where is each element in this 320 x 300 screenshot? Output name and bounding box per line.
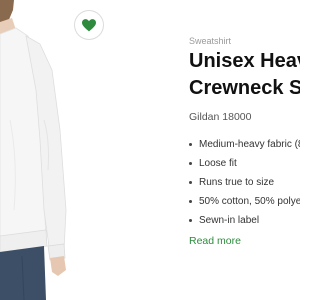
product-title[interactable]: Unisex Heavy Crewneck Sweatshirt xyxy=(189,48,300,102)
product-card: Sweatshirt Unisex Heavy Crewneck Sweatsh… xyxy=(0,0,300,300)
feature-list: Medium-heavy fabric (8.0 oz/yd²) Loose f… xyxy=(189,135,300,230)
list-item: Sewn-in label xyxy=(189,211,300,230)
list-item: Medium-heavy fabric (8.0 oz/yd²) xyxy=(189,135,300,154)
product-title-line1: Unisex Heavy xyxy=(189,50,300,72)
sweatshirt-photo xyxy=(0,0,67,300)
list-item: Loose fit xyxy=(189,154,300,173)
brand-model: Gildan 18000 xyxy=(189,111,252,123)
heart-icon xyxy=(82,18,96,31)
read-more-link[interactable]: Read more xyxy=(189,234,241,248)
list-item: Runs true to size xyxy=(189,173,300,192)
list-item: 50% cotton, 50% polyester xyxy=(189,192,300,211)
favorite-button[interactable] xyxy=(75,11,103,39)
product-details: Sweatshirt Unisex Heavy Crewneck Sweatsh… xyxy=(189,0,300,300)
product-category: Sweatshirt xyxy=(189,36,232,46)
product-image[interactable] xyxy=(0,0,110,300)
product-title-line2: Crewneck Sweatshirt xyxy=(189,77,300,99)
